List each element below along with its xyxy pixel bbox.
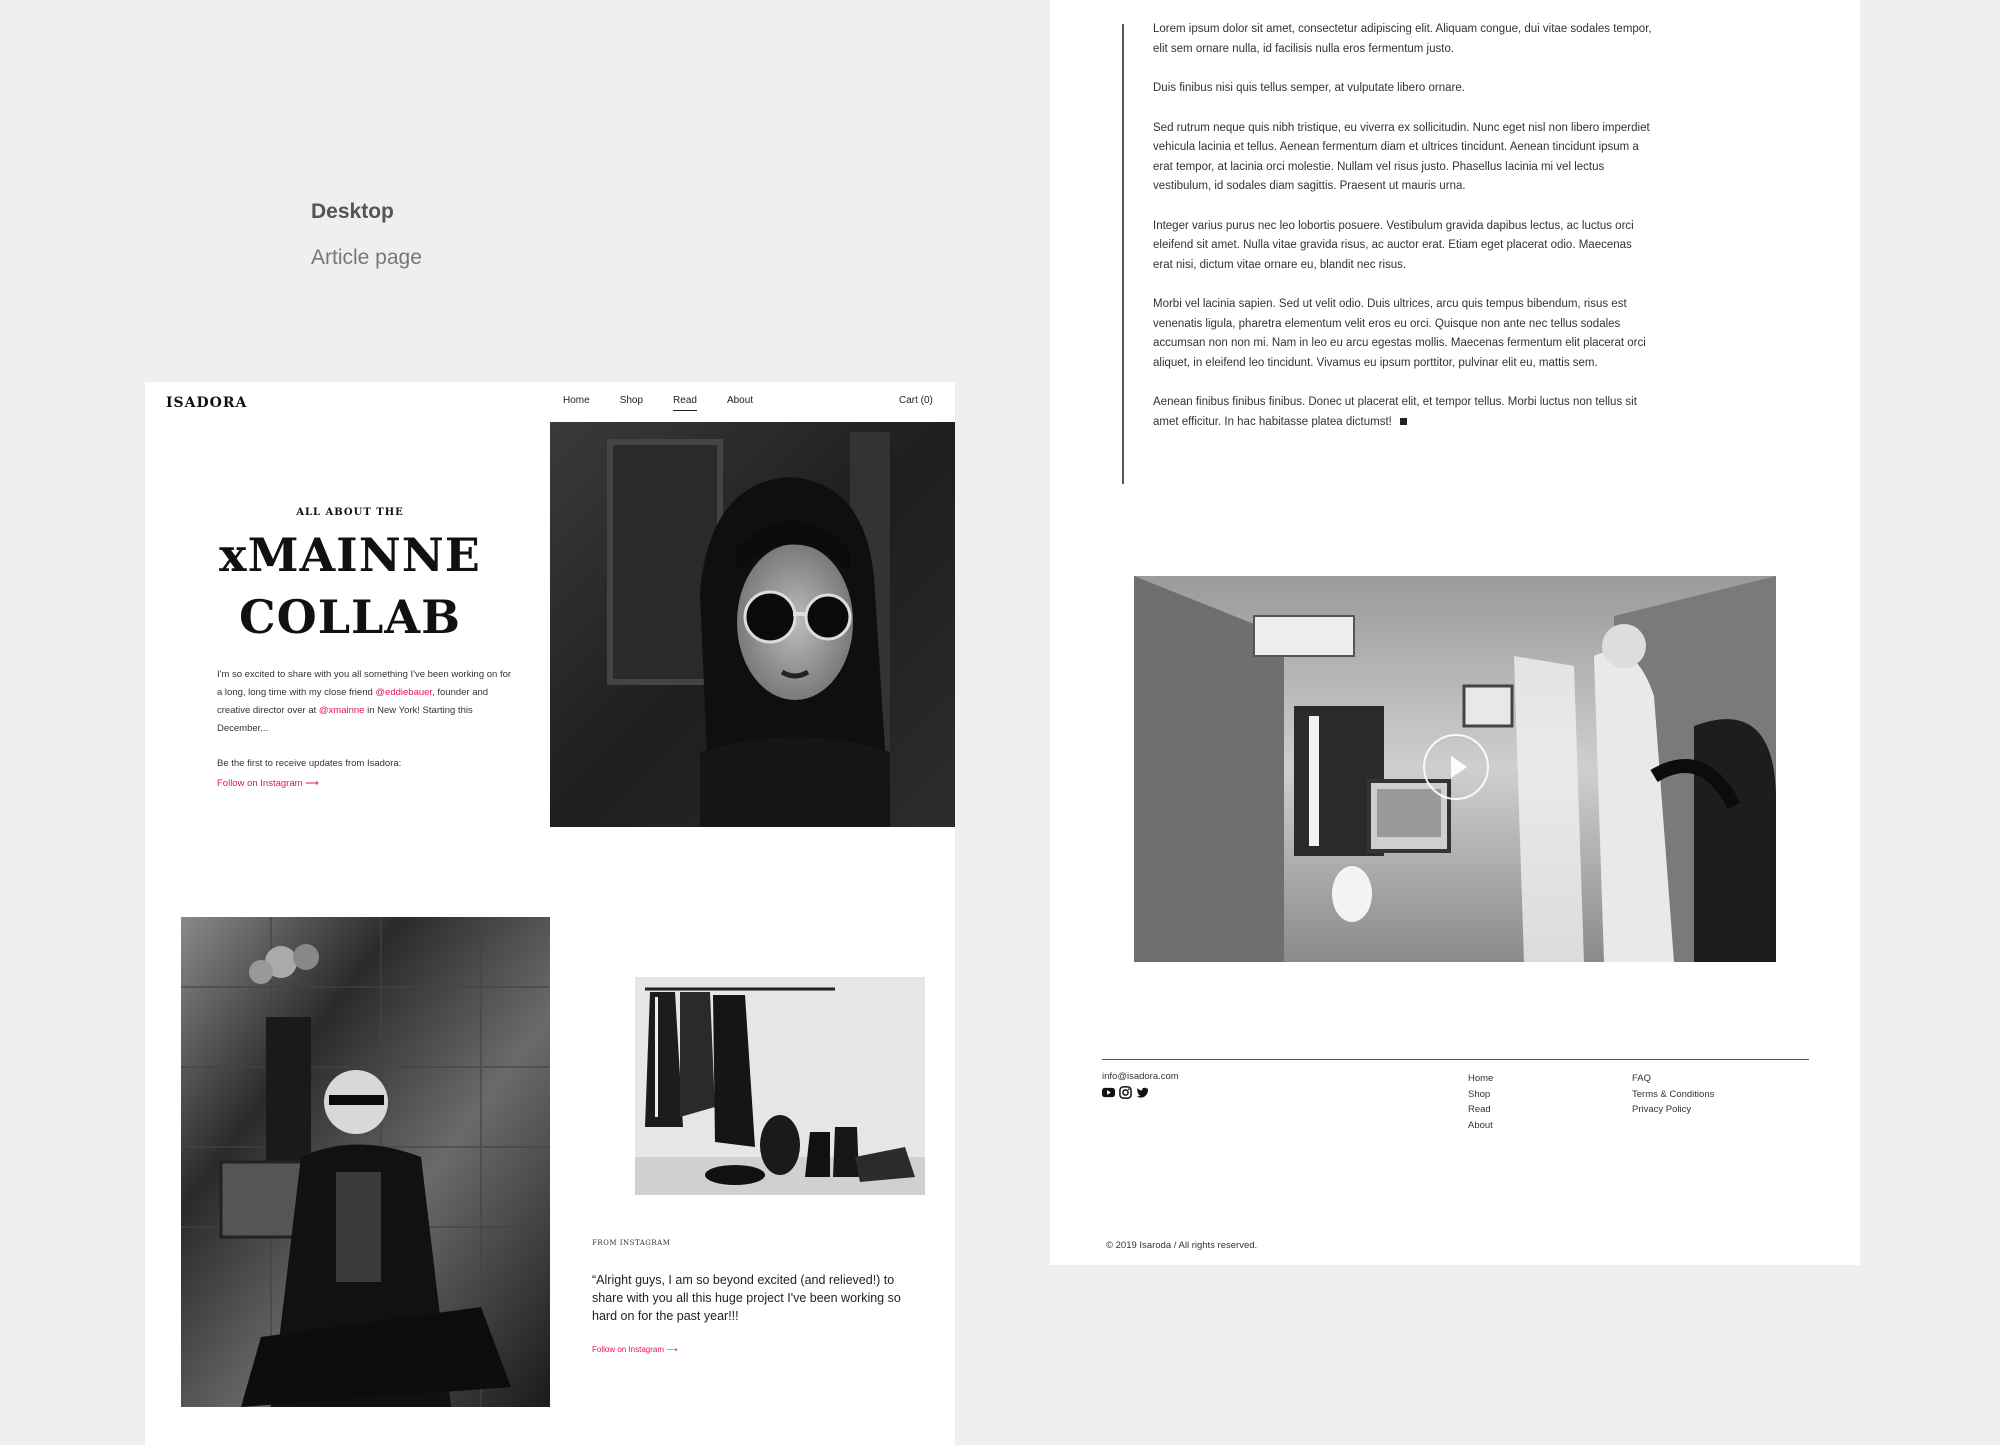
presentation-sublabel: Article page [311,246,422,269]
boot-photo [181,917,550,1407]
twitter-icon[interactable] [1136,1086,1149,1099]
article-paragraph: Integer varius purus nec leo lobortis po… [1153,219,1634,271]
footer-legal: FAQ Terms & Conditions Privacy Policy [1632,1071,1714,1118]
instagram-quote: “Alright guys, I am so beyond excited (a… [592,1273,901,1323]
article-paragraph-text: Aenean finibus finibus finibus. Donec ut… [1153,396,1637,428]
hero-intro: I'm so excited to share with you all som… [217,666,512,738]
youtube-icon[interactable] [1102,1086,1115,1099]
hero-title: xMAINNE COLLAB [217,524,483,648]
copyright: © 2019 Isaroda / All rights reserved. [1106,1240,1258,1251]
article-paragraph-last: Aenean finibus finibus finibus. Donec ut… [1153,393,1653,432]
article-paragraph: Duis finibus nisi quis tellus semper, at… [1153,82,1465,94]
instagram-block: FROM INSTAGRAM “Alright guys, I am so be… [592,1239,902,1354]
article-page-top: ISADORA Home Shop Read About Cart (0) AL… [145,382,955,1445]
nav-item-read[interactable]: Read [673,395,697,411]
hero-photo [550,422,955,827]
footer-link-read[interactable]: Read [1468,1102,1493,1118]
hero-title-line1: xMAINNE [219,528,481,582]
nav-item-home[interactable]: Home [563,395,590,411]
footer-rule [1102,1059,1809,1060]
cart-link[interactable]: Cart (0) [899,395,933,406]
hero-copy: ALL ABOUT THE xMAINNE COLLAB I'm so exci… [217,507,511,791]
follow-instagram-link[interactable]: Follow on Instagram ⟶ [217,778,319,789]
instagram-follow-link[interactable]: Follow on Instagram ⟶ [592,1345,902,1354]
hero-photo-image [550,422,955,827]
footer-link-about[interactable]: About [1468,1118,1493,1134]
footer-link-home[interactable]: Home [1468,1071,1493,1087]
boot-photo-image [181,917,550,1407]
article-paragraph: Morbi vel lacinia sapien. Sed ut velit o… [1153,298,1646,369]
play-icon[interactable] [1423,734,1489,800]
article-rule [1122,24,1124,484]
social-icons [1102,1086,1149,1099]
handle-link-xmainne[interactable]: @xmainne [319,705,365,716]
rack-photo-image [635,977,925,1195]
end-mark-icon [1399,417,1407,425]
instagram-kicker: FROM INSTAGRAM [592,1239,671,1247]
updates-text: Be the first to receive updates from Isa… [217,758,402,769]
article-body: Lorem ipsum dolor sit amet, consectetur … [1153,20,1653,452]
footer-nav: Home Shop Read About [1468,1071,1493,1133]
footer-link-faq[interactable]: FAQ [1632,1071,1714,1087]
instagram-icon[interactable] [1119,1086,1132,1099]
footer-link-shop[interactable]: Shop [1468,1087,1493,1103]
logo[interactable]: ISADORA [166,395,247,411]
hero-title-line2: COLLAB [239,590,461,644]
footer-email-link[interactable]: info@isadora.com [1102,1071,1179,1082]
article-paragraph: Lorem ipsum dolor sit amet, consectetur … [1153,23,1652,55]
main-nav: Home Shop Read About [563,395,753,411]
nav-item-shop[interactable]: Shop [620,395,643,411]
footer-link-privacy[interactable]: Privacy Policy [1632,1102,1714,1118]
article-page-bottom: Lorem ipsum dolor sit amet, consectetur … [1050,0,1860,1265]
footer-link-terms[interactable]: Terms & Conditions [1632,1087,1714,1103]
article-paragraph: Sed rutrum neque quis nibh tristique, eu… [1153,121,1650,193]
video-player[interactable] [1134,576,1776,962]
hero-kicker: ALL ABOUT THE [296,507,404,518]
presentation-label: Desktop [311,200,394,223]
nav-item-about[interactable]: About [727,395,753,411]
rack-photo [635,977,925,1195]
handle-link-eddiebauer[interactable]: @eddiebauer [375,687,432,698]
